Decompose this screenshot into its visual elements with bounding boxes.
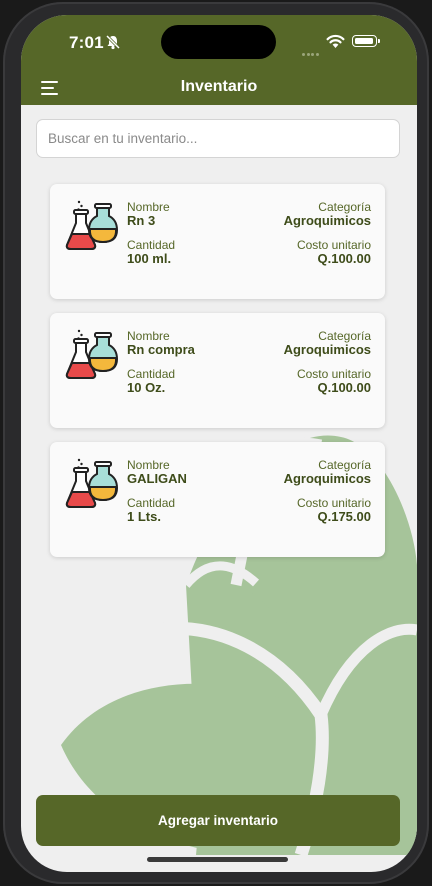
battery-icon — [352, 35, 380, 47]
inventory-card[interactable]: Nombre GALIGAN Cantidad 1 Lts. Categoría… — [50, 442, 385, 557]
name-label: Nombre — [127, 329, 170, 343]
bell-off-icon — [105, 34, 121, 50]
item-category: Agroquimicos — [283, 342, 371, 357]
status-bar: 7:01 — [21, 15, 417, 70]
phone-frame: 7:01 Inventario Buscar en tu inventario.… — [3, 2, 429, 884]
home-indicator[interactable] — [147, 857, 288, 862]
category-label: Categoría — [318, 329, 371, 343]
wifi-icon — [326, 34, 345, 48]
item-unit-cost: Q.175.00 — [317, 509, 372, 524]
unit-cost-label: Costo unitario — [296, 496, 371, 510]
quantity-label: Cantidad — [127, 496, 176, 510]
item-unit-cost: Q.100.00 — [317, 380, 372, 395]
inventory-card[interactable]: Nombre Rn 3 Cantidad 100 ml. Categoría A… — [50, 184, 385, 299]
quantity-label: Cantidad — [127, 238, 176, 252]
item-quantity: 10 Oz. — [127, 380, 166, 395]
category-label: Categoría — [318, 458, 371, 472]
cellular-signal-icon — [302, 43, 320, 61]
item-category: Agroquimicos — [283, 213, 371, 228]
add-inventory-button[interactable]: Agregar inventario — [36, 795, 400, 846]
quantity-label: Cantidad — [127, 367, 176, 381]
name-label: Nombre — [127, 458, 170, 472]
item-quantity: 1 Lts. — [127, 509, 161, 524]
unit-cost-label: Costo unitario — [296, 238, 371, 252]
page-title: Inventario — [180, 78, 258, 95]
item-unit-cost: Q.100.00 — [317, 251, 372, 266]
unit-cost-label: Costo unitario — [296, 367, 371, 381]
item-category: Agroquimicos — [283, 471, 371, 486]
status-time: 7:01 — [69, 33, 104, 52]
inventory-card[interactable]: Nombre Rn compra Cantidad 10 Oz. Categor… — [50, 313, 385, 428]
item-name: Rn compra — [127, 342, 195, 357]
name-label: Nombre — [127, 200, 170, 214]
search-input[interactable] — [36, 119, 400, 158]
item-name: Rn 3 — [127, 213, 156, 228]
lab-flasks-icon — [65, 458, 118, 508]
dynamic-island — [161, 25, 276, 59]
app-header: Inventario — [21, 70, 417, 105]
lab-flasks-icon — [65, 200, 118, 250]
category-label: Categoría — [318, 200, 371, 214]
screen: 7:01 Inventario Buscar en tu inventario.… — [21, 15, 417, 872]
item-quantity: 100 ml. — [127, 251, 172, 266]
lab-flasks-icon — [65, 329, 118, 379]
item-name: GALIGAN — [127, 471, 187, 486]
